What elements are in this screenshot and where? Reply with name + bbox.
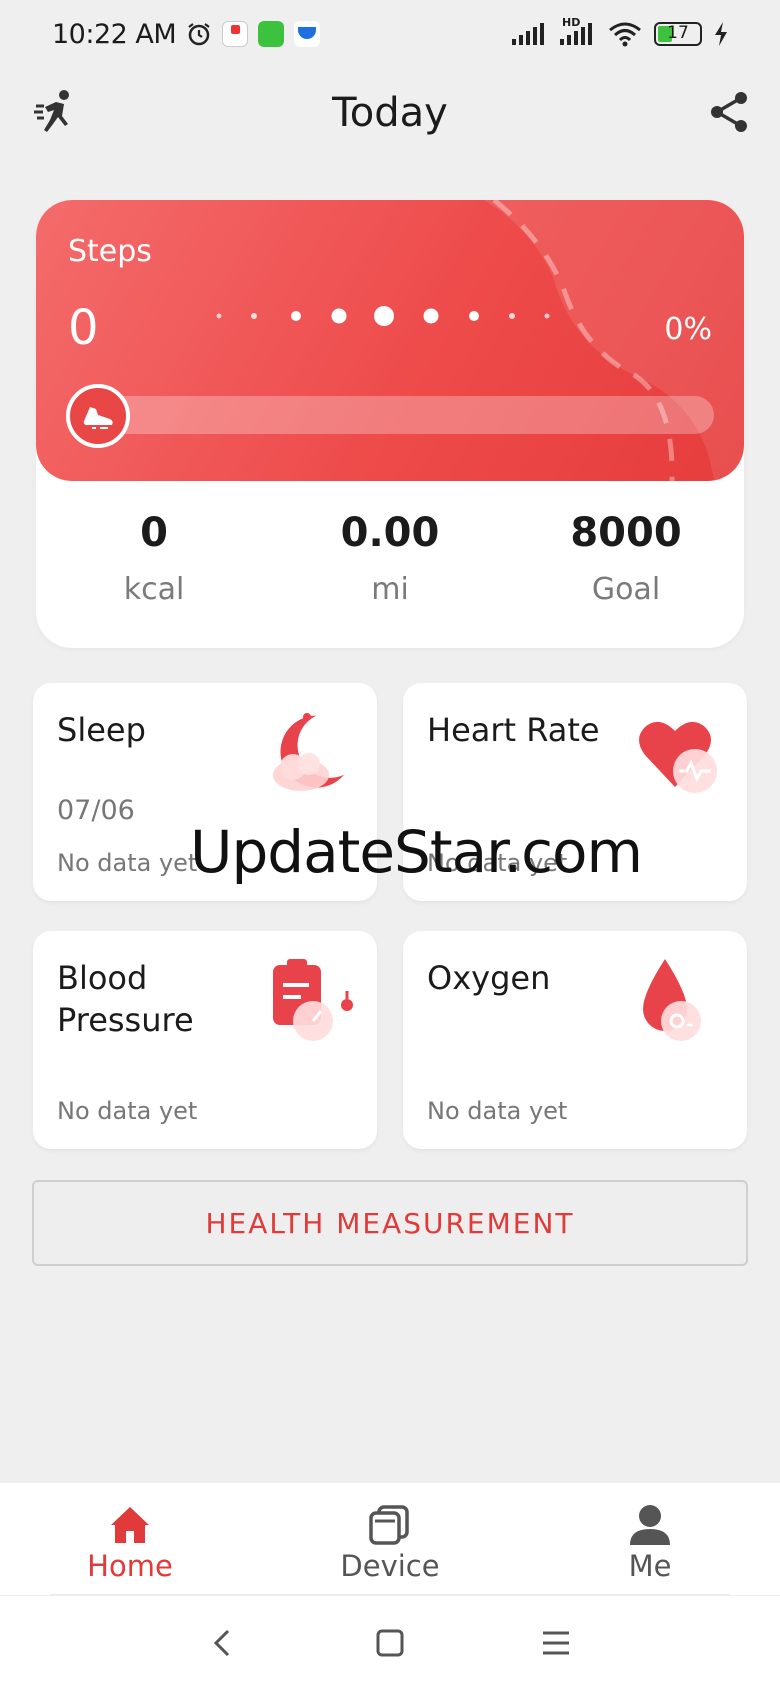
charging-icon <box>715 22 727 46</box>
stat-kcal: 0 kcal <box>36 510 272 607</box>
sneaker-icon <box>83 407 113 429</box>
status-bar: 10:22 AM HD 17 <box>0 0 780 68</box>
nav-label: Device <box>340 1549 440 1583</box>
share-icon[interactable] <box>708 90 750 134</box>
stat-value: 0 <box>140 510 168 556</box>
bottom-nav: Home Device Me <box>0 1483 780 1595</box>
step-dots-decoration <box>216 306 550 326</box>
steps-hero: Steps 0 0% <box>36 200 744 481</box>
clipboard-gauge-icon <box>273 959 353 1041</box>
tile-title: Blood Pressure <box>57 957 194 1041</box>
running-icon[interactable] <box>34 88 78 136</box>
steps-progress-knob <box>66 384 130 448</box>
bird-app-icon <box>294 21 321 47</box>
sleep-date: 07/06 <box>57 795 135 826</box>
tile-title-line2: Pressure <box>57 1001 194 1039</box>
back-icon[interactable] <box>206 1625 242 1661</box>
tile-title: Sleep <box>57 711 146 749</box>
health-measurement-button[interactable]: HEALTH MEASUREMENT <box>32 1180 748 1266</box>
signal-hd-icon: HD <box>560 16 596 46</box>
heart-icon <box>639 721 717 793</box>
nav-device[interactable]: Device <box>260 1483 520 1595</box>
app-notification-icon <box>222 21 249 47</box>
stat-label: Goal <box>591 572 661 607</box>
wifi-icon <box>609 22 641 47</box>
home-square-icon[interactable] <box>372 1625 408 1661</box>
home-icon <box>111 1507 149 1543</box>
signal-icon <box>512 23 544 45</box>
nav-label: Home <box>87 1549 173 1583</box>
steps-label: Steps <box>68 234 152 269</box>
status-time: 10:22 AM <box>52 18 177 50</box>
stat-goal: 8000 Goal <box>508 510 744 607</box>
menu-icon[interactable] <box>538 1625 574 1661</box>
battery-icon: 17 <box>654 22 702 46</box>
stat-value: 0.00 <box>340 510 440 556</box>
steps-card[interactable]: Steps 0 0% 0 kcal 0.00 mi 8000 Goal <box>36 200 744 648</box>
blood-drop-icon <box>643 959 701 1041</box>
tile-title: Heart Rate <box>427 711 600 749</box>
steps-percent: 0% <box>664 312 712 347</box>
stat-label: kcal <box>123 572 185 607</box>
steps-value: 0 <box>68 300 99 356</box>
watermark: UpdateStar.com <box>190 818 643 886</box>
blood-pressure-card[interactable]: Blood Pressure No data yet <box>33 931 377 1149</box>
stat-value: 8000 <box>570 510 682 556</box>
steps-progress-bar <box>102 396 714 434</box>
nav-me[interactable]: Me <box>520 1483 780 1595</box>
nav-label: Me <box>628 1549 672 1583</box>
person-icon <box>630 1505 670 1545</box>
system-nav-bar <box>0 1596 780 1690</box>
device-icon <box>369 1505 409 1545</box>
page-title: Today <box>332 90 448 136</box>
header: Today <box>0 78 780 148</box>
moon-cloud-icon <box>273 713 345 791</box>
battery-level: 17 <box>667 23 689 43</box>
tile-status: No data yet <box>57 849 198 877</box>
alarm-icon <box>188 23 210 46</box>
tile-status: No data yet <box>427 1097 568 1125</box>
stat-label: mi <box>371 572 409 607</box>
chat-app-icon <box>258 21 285 47</box>
tile-title: Oxygen <box>427 959 551 997</box>
tile-title-line1: Blood <box>57 959 148 997</box>
oxygen-card[interactable]: Oxygen No data yet <box>403 931 747 1149</box>
nav-home[interactable]: Home <box>0 1483 260 1595</box>
tile-status: No data yet <box>57 1097 198 1125</box>
stat-distance: 0.00 mi <box>272 510 508 607</box>
steps-stats: 0 kcal 0.00 mi 8000 Goal <box>36 510 744 607</box>
